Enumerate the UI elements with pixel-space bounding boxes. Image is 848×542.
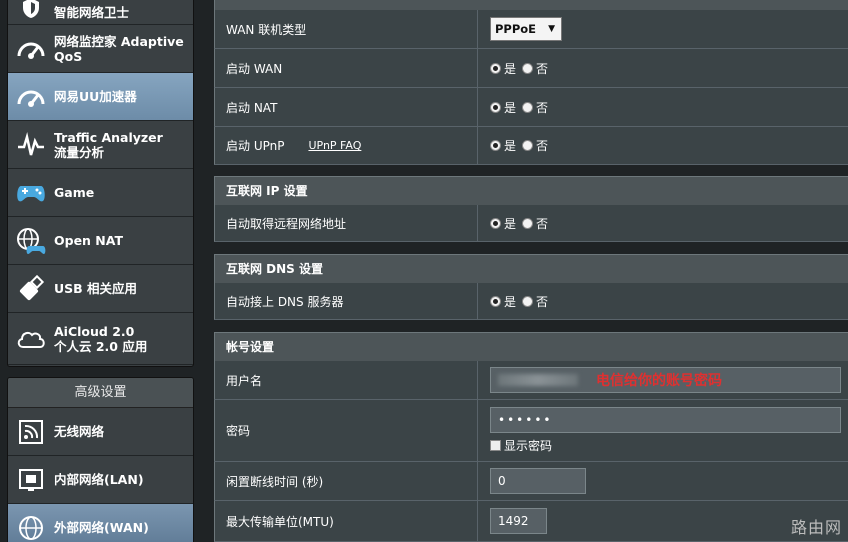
watermark: 路由网: [790, 518, 842, 537]
accelerator-icon: [14, 80, 48, 114]
blurred-username: [498, 374, 578, 386]
sidebar-item-opennat[interactable]: Open NAT: [8, 217, 193, 265]
sidebar-item-label: AiCloud 2.0: [54, 323, 135, 339]
show-password-checkbox[interactable]: [490, 440, 501, 451]
enable-nat-yes-radio[interactable]: [490, 101, 501, 113]
lan-icon: [14, 463, 48, 497]
enable-nat-no-radio[interactable]: [522, 101, 534, 113]
sidebar-item-usb[interactable]: USB 相关应用: [8, 265, 193, 313]
enable-wan-label: 启动 WAN: [215, 49, 478, 87]
sidebar-item-label-2: QoS: [54, 48, 83, 64]
idle-timeout-label: 闲置断线时间 (秒): [215, 462, 478, 500]
password-label: 密码: [215, 400, 478, 461]
sidebar-item-label-2: 流量分析: [54, 144, 105, 160]
auto-ip-yes-radio[interactable]: [490, 217, 501, 229]
usb-icon: [14, 272, 48, 306]
globe-icon: [14, 511, 48, 542]
enable-nat-label: 启动 NAT: [215, 88, 478, 126]
sidebar-item-label: Game: [54, 185, 95, 200]
traffic-analyzer-icon: [14, 128, 48, 162]
globe-gamepad-icon: [14, 224, 48, 258]
wan-type-label: WAN 联机类型: [215, 10, 478, 48]
sidebar-item-label: 网络监控家 Adaptive: [54, 33, 184, 49]
sidebar-advanced: 高级设置 无线网络 内部网络(LAN) 外部网络(WAN): [7, 377, 194, 542]
enable-upnp-yes-radio[interactable]: [490, 140, 501, 151]
mtu-label: 最大传输单位(MTU): [215, 501, 478, 541]
sidebar-item-label: Traffic Analyzer: [54, 129, 163, 145]
sidebar-item-label: 内部网络(LAN): [54, 472, 144, 487]
section-header-basic: [214, 0, 848, 10]
username-hint: 电信给你的账号密码: [596, 373, 722, 389]
sidebar-item-uu[interactable]: 网易UU加速器: [8, 73, 193, 121]
sidebar-general: 智能网络卫士 网络监控家 Adaptive QoS 网易UU加速器 Traffic…: [7, 0, 194, 367]
wifi-icon: [14, 415, 48, 449]
row-enable-upnp: 启动 UPnP UPnP FAQ 是 否: [214, 127, 848, 165]
row-idle-timeout: 闲置断线时间 (秒) 0: [214, 462, 848, 501]
speedometer-icon: [14, 32, 48, 66]
enable-wan-yes-radio[interactable]: [490, 62, 501, 74]
sidebar-item-wireless[interactable]: 无线网络: [8, 408, 193, 456]
sidebar-item-game[interactable]: Game: [8, 169, 193, 217]
chevron-down-icon: ▼: [548, 24, 555, 34]
sidebar-item-qos[interactable]: 网络监控家 Adaptive QoS: [8, 25, 193, 73]
sidebar-item-traffic[interactable]: Traffic Analyzer 流量分析: [8, 121, 193, 169]
row-username: 用户名 电信给你的账号密码: [214, 361, 848, 400]
sidebar-item-label: Open NAT: [54, 233, 123, 248]
row-password: 密码 •••••• 显示密码: [214, 400, 848, 462]
username-input[interactable]: 电信给你的账号密码: [490, 367, 841, 393]
show-password-label: 显示密码: [504, 439, 553, 453]
password-input[interactable]: ••••••: [490, 407, 841, 433]
idle-timeout-input[interactable]: 0: [490, 468, 586, 494]
row-enable-wan: 启动 WAN 是 否: [214, 49, 848, 88]
row-enable-nat: 启动 NAT 是 否: [214, 88, 848, 127]
section-header-account: 帐号设置: [214, 332, 848, 361]
section-header-ip: 互联网 IP 设置: [214, 176, 848, 205]
upnp-faq-link[interactable]: UPnP FAQ: [308, 139, 361, 152]
auto-ip-label: 自动取得远程网络地址: [215, 205, 478, 241]
enable-upnp-no-radio[interactable]: [522, 140, 534, 151]
wan-settings-panel: WAN 联机类型 PPPoE ▼ 启动 WAN 是 否 启动 NAT 是 否 启动…: [214, 0, 848, 542]
section-header-dns: 互联网 DNS 设置: [214, 254, 848, 283]
sidebar-item-lan[interactable]: 内部网络(LAN): [8, 456, 193, 504]
row-auto-dns: 自动接上 DNS 服务器 是 否: [214, 283, 848, 320]
shield-icon: [14, 0, 48, 20]
enable-upnp-label: 启动 UPnP: [226, 139, 285, 153]
auto-ip-no-radio[interactable]: [522, 217, 534, 229]
auto-dns-label: 自动接上 DNS 服务器: [215, 283, 478, 319]
sidebar-item-label-2: 个人云 2.0 应用: [54, 338, 148, 354]
sidebar-item-wan[interactable]: 外部网络(WAN): [8, 504, 193, 542]
router-admin-page: 智能网络卫士 网络监控家 Adaptive QoS 网易UU加速器 Traffic…: [0, 0, 848, 542]
sidebar-item-guard[interactable]: 智能网络卫士: [8, 0, 193, 25]
sidebar-item-label: 无线网络: [54, 424, 105, 439]
sidebar-item-label: 智能网络卫士: [54, 5, 130, 20]
row-mtu: 最大传输单位(MTU) 1492: [214, 501, 848, 542]
advanced-settings-header: 高级设置: [8, 378, 193, 408]
row-wan-type: WAN 联机类型 PPPoE ▼: [214, 10, 848, 49]
sidebar-item-label: 网易UU加速器: [54, 89, 137, 104]
auto-dns-no-radio[interactable]: [522, 295, 534, 307]
gamepad-icon: [14, 176, 48, 210]
username-label: 用户名: [215, 361, 478, 399]
enable-wan-no-radio[interactable]: [522, 62, 534, 74]
row-auto-ip: 自动取得远程网络地址 是 否: [214, 205, 848, 242]
sidebar-item-aicloud[interactable]: AiCloud 2.0 个人云 2.0 应用: [8, 313, 193, 365]
auto-dns-yes-radio[interactable]: [490, 295, 501, 307]
mtu-input[interactable]: 1492: [490, 508, 547, 534]
sidebar-item-label: USB 相关应用: [54, 281, 138, 296]
wan-type-select[interactable]: PPPoE ▼: [490, 17, 562, 41]
sidebar-item-label: 外部网络(WAN): [54, 520, 149, 535]
cloud-icon: [14, 322, 48, 356]
